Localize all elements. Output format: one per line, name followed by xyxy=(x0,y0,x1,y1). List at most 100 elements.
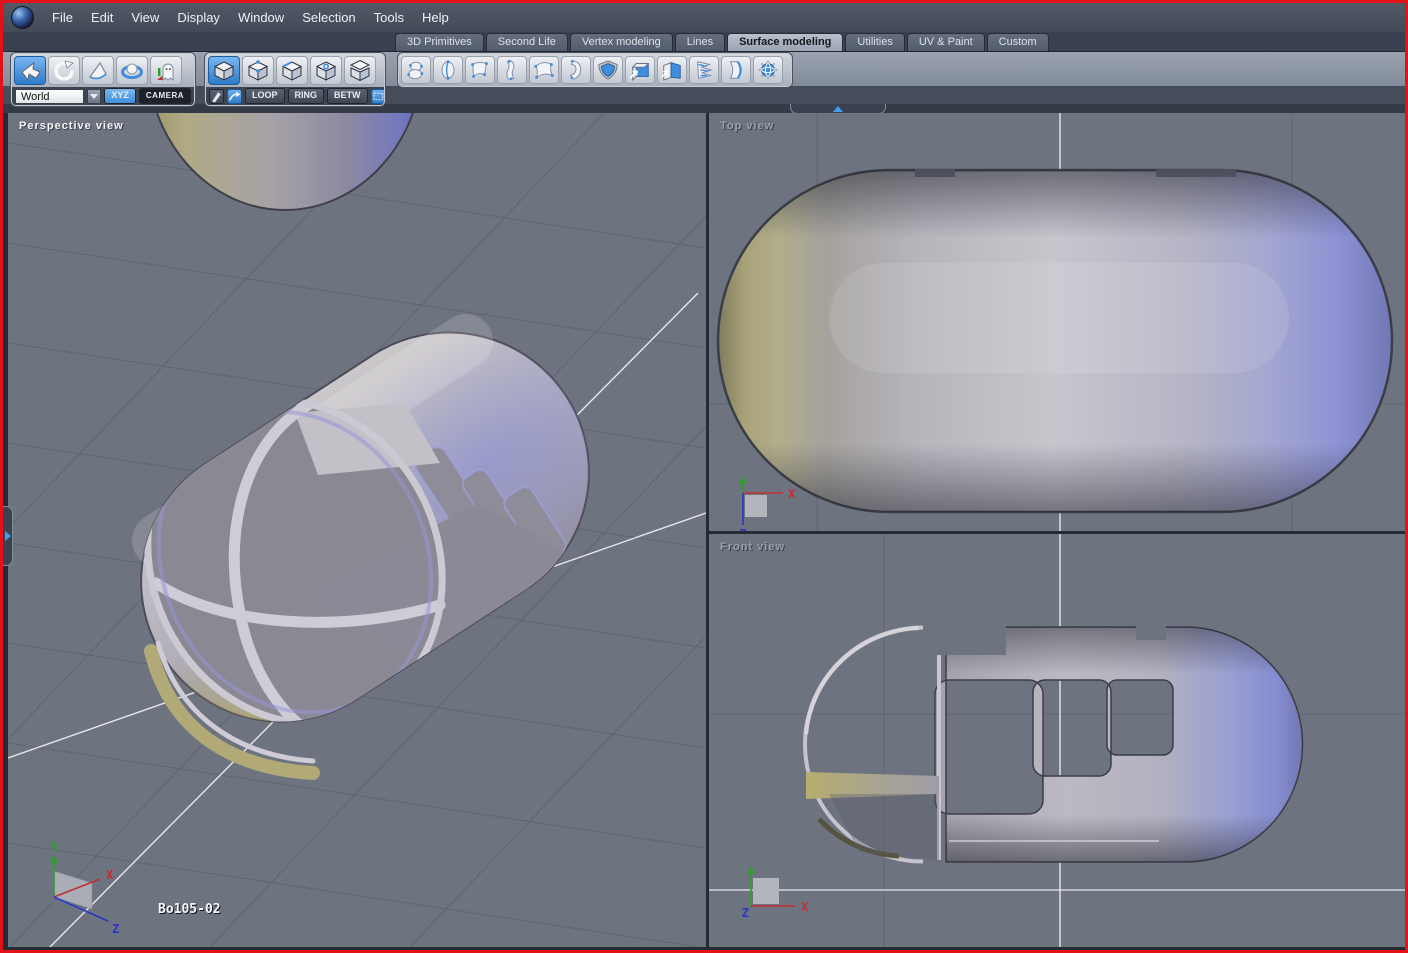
blue-curved-arrow-icon[interactable] xyxy=(227,88,242,104)
perspective-view-label: Perspective view xyxy=(19,120,124,132)
perspective-canvas[interactable]: Y X Z Bo105-02 Bo105-02 xyxy=(8,113,706,947)
tab-3d-primitives[interactable]: 3D Primitives xyxy=(395,33,484,51)
app-logo-icon[interactable] xyxy=(11,6,34,29)
caged-sphere-icon[interactable] xyxy=(753,56,783,84)
rotate-arrow-glyph xyxy=(54,60,74,81)
axis-z-label: Z xyxy=(742,906,749,920)
top-viewport[interactable]: Top view X xyxy=(709,113,1405,531)
axis-z-label: Z xyxy=(112,922,119,936)
loop-button[interactable]: LOOP xyxy=(245,88,285,104)
axis-x-label: X xyxy=(801,900,809,914)
zigzag-surface-icon[interactable] xyxy=(689,56,719,84)
betw-button[interactable]: BETW xyxy=(327,88,368,104)
zigzag-surface-glyph xyxy=(697,61,713,79)
menu-edit[interactable]: Edit xyxy=(82,3,122,32)
tab-surface-modeling[interactable]: Surface modeling xyxy=(727,33,844,51)
dashed-rect-glyph xyxy=(373,92,383,100)
cube-points-glyph xyxy=(247,59,269,81)
extrude-box-icon[interactable] xyxy=(625,56,655,84)
ruled-surface-glyph xyxy=(471,61,488,78)
model-front xyxy=(803,625,1304,864)
tab-uv-paint[interactable]: UV & Paint xyxy=(906,33,985,51)
chevron-up-icon xyxy=(833,101,843,112)
profile-oval-icon[interactable] xyxy=(433,56,463,84)
vase-sweep-icon[interactable] xyxy=(401,56,431,84)
tab-vertex-modeling[interactable]: Vertex modeling xyxy=(569,33,673,51)
cube-object-mode-icon[interactable] xyxy=(208,56,240,85)
menu-window[interactable]: Window xyxy=(229,3,293,32)
mode-tool-group: LOOP RING BETW xyxy=(205,53,385,106)
perspective-viewport[interactable]: Perspective view Y X Z Bo105-02 Bo105-02 xyxy=(8,113,706,947)
shield-surface-icon[interactable] xyxy=(593,56,623,84)
top-view-label: Top view xyxy=(720,120,775,132)
menu-tools[interactable]: Tools xyxy=(365,3,413,32)
front-view-label: Front view xyxy=(720,541,786,553)
camera-button[interactable]: CAMERA xyxy=(138,88,191,104)
menu-display[interactable]: Display xyxy=(168,3,229,32)
ring-sphere-icon[interactable] xyxy=(116,56,148,85)
curved-pillar-icon[interactable] xyxy=(497,56,527,84)
vase-sweep-glyph xyxy=(407,61,424,80)
front-canvas[interactable]: X Z xyxy=(709,534,1405,947)
thickness-slab-icon[interactable] xyxy=(721,56,751,84)
front-axis-triad: X Z xyxy=(742,866,809,920)
xyz-button[interactable]: XYZ xyxy=(104,88,136,104)
ring-button[interactable]: RING xyxy=(287,88,325,104)
cube-edges-mode-icon[interactable] xyxy=(276,56,308,85)
pen-icon[interactable] xyxy=(209,88,224,104)
shield-surface-glyph xyxy=(598,60,618,80)
left-panel-collapse-handle[interactable] xyxy=(3,506,13,566)
menu-view[interactable]: View xyxy=(122,3,168,32)
fold-surface-icon[interactable] xyxy=(657,56,687,84)
ruled-surface-icon[interactable] xyxy=(465,56,495,84)
axis-y-label: Y xyxy=(50,840,58,854)
front-viewport[interactable]: Front view X Z xyxy=(709,534,1405,947)
coons-patch-glyph xyxy=(534,62,554,79)
coons-patch-icon[interactable] xyxy=(529,56,559,84)
cube-glyph xyxy=(213,60,235,81)
menu-selection[interactable]: Selection xyxy=(293,3,364,32)
world-dropdown-button[interactable] xyxy=(86,88,102,104)
tab-utilities[interactable]: Utilities xyxy=(845,33,905,51)
tab-second-life[interactable]: Second Life xyxy=(485,33,568,51)
rotate-arrow-icon[interactable] xyxy=(48,56,80,85)
cube-faces-mode-icon[interactable] xyxy=(310,56,342,85)
cube-faces-glyph xyxy=(315,60,337,81)
bent-tube-icon[interactable] xyxy=(561,56,591,84)
menu-file[interactable]: File xyxy=(43,3,82,32)
model-top xyxy=(716,168,1394,514)
model-perspective xyxy=(132,313,620,780)
ghost-glyph xyxy=(157,63,174,81)
object-name-label: Bo105-02 xyxy=(158,902,221,917)
app-window: File Edit View Display Window Selection … xyxy=(0,0,1408,953)
background-object xyxy=(155,113,415,211)
bent-tube-glyph xyxy=(569,59,582,80)
axis-x-label: X xyxy=(106,868,114,882)
viewport-area: Perspective view Y X Z Bo105-02 Bo105-02… xyxy=(3,113,1405,950)
thickness-slab-glyph xyxy=(729,61,742,79)
cube-points-mode-icon[interactable] xyxy=(242,56,274,85)
ghost-icon[interactable] xyxy=(150,56,182,85)
top-canvas[interactable]: X Z xyxy=(709,113,1405,531)
menu-help[interactable]: Help xyxy=(413,3,458,32)
blue-curved-arrow-glyph xyxy=(228,91,241,101)
profile-oval-glyph xyxy=(441,60,455,80)
curved-pillar-glyph xyxy=(506,59,515,81)
face-pick-icon[interactable] xyxy=(82,56,114,85)
dashed-rect-select-icon[interactable] xyxy=(370,88,384,104)
tab-lines[interactable]: Lines xyxy=(674,33,726,51)
axis-x-label: X xyxy=(788,487,796,501)
world-selector[interactable]: World xyxy=(15,88,84,104)
tab-custom[interactable]: Custom xyxy=(986,33,1049,51)
select-arrow-icon[interactable] xyxy=(14,56,46,85)
select-arrow-glyph xyxy=(21,61,41,81)
fold-surface-glyph xyxy=(661,62,681,81)
cube-uv-mode-icon[interactable] xyxy=(344,56,376,85)
pen-glyph xyxy=(211,91,222,103)
extrude-box-glyph xyxy=(629,62,650,81)
cube-uv-glyph xyxy=(349,59,371,81)
axis-z-label: Z xyxy=(739,527,746,531)
surface-tool-group xyxy=(398,53,792,87)
selection-tool-group: World XYZ CAMERA xyxy=(11,53,195,106)
menubar: File Edit View Display Window Selection … xyxy=(3,3,1405,32)
